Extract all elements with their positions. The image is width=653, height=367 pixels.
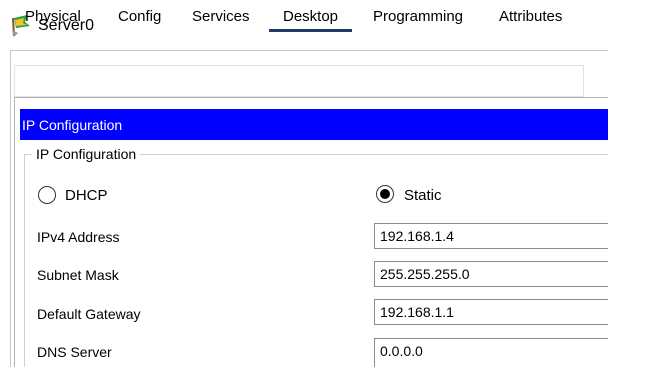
default-gateway-label: Default Gateway — [37, 306, 141, 322]
tab-attributes[interactable]: Attributes — [499, 8, 562, 26]
ip-configuration-header-label: IP Configuration — [22, 117, 123, 133]
dns-server-label: DNS Server — [37, 344, 112, 360]
dhcp-label[interactable]: DHCP — [65, 187, 108, 205]
tab-bar — [14, 65, 584, 97]
default-gateway-input[interactable]: 192.168.1.1 — [374, 299, 608, 325]
static-label[interactable]: Static — [404, 187, 442, 205]
ip-configuration-header: IP Configuration — [20, 109, 608, 140]
tab-services[interactable]: Services — [192, 8, 250, 26]
tab-programming[interactable]: Programming — [373, 8, 463, 26]
static-radio-dot — [380, 189, 390, 199]
dhcp-radio[interactable] — [38, 186, 56, 204]
group-title: IP Configuration — [32, 145, 141, 163]
subnet-mask-input[interactable]: 255.255.255.0 — [374, 261, 608, 287]
dns-server-input[interactable]: 0.0.0.0 — [374, 338, 608, 367]
subnet-mask-label: Subnet Mask — [37, 267, 119, 283]
static-radio[interactable] — [376, 185, 394, 203]
ipv4-address-input[interactable]: 192.168.1.4 — [374, 223, 608, 249]
tab-desktop[interactable]: Desktop — [268, 8, 353, 32]
ipv4-address-label: IPv4 Address — [37, 229, 120, 245]
tab-physical[interactable]: Physical — [25, 8, 81, 26]
tab-config[interactable]: Config — [118, 8, 161, 26]
